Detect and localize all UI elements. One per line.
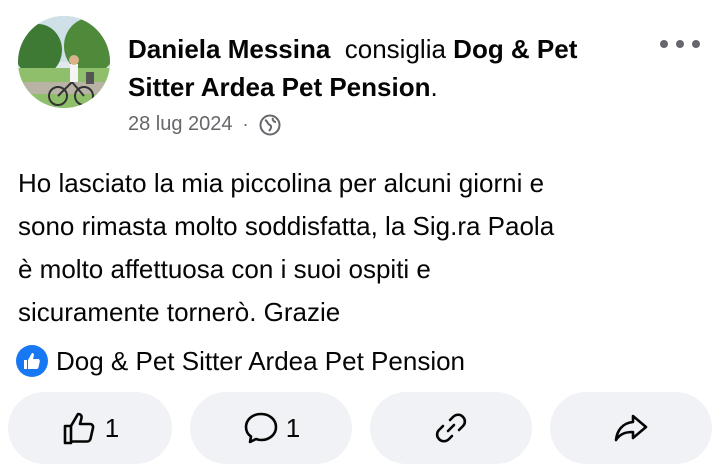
share-button[interactable] [550, 392, 712, 464]
headline-punctuation: . [430, 72, 438, 102]
post-body-text: Ho lasciato la mia piccolina per alcuni … [18, 168, 555, 327]
recommended-page-name: Dog & Pet Sitter Ardea Pet Pension [56, 345, 466, 376]
meta-separator: · [242, 114, 249, 134]
more-dot-icon [660, 40, 668, 48]
thumbs-up-icon [63, 412, 95, 445]
author-name[interactable]: Daniela Messina [128, 34, 330, 64]
copy-link-button[interactable] [370, 392, 532, 464]
comment-icon [244, 412, 278, 444]
post-header: Daniela Messina consiglia Dog & Pet Sitt… [128, 30, 648, 106]
more-dot-icon [692, 40, 700, 48]
thumbs-up-badge-icon [16, 345, 48, 377]
link-icon [435, 413, 467, 443]
comment-button[interactable]: 1 [190, 392, 352, 464]
post-meta: 28 lug 2024 · [128, 113, 281, 136]
more-options-button[interactable] [660, 32, 700, 56]
recommendation-row[interactable]: Dog & Pet Sitter Ardea Pet Pension [16, 345, 465, 377]
globe-icon [259, 114, 281, 136]
post-date[interactable]: 28 lug 2024 [128, 113, 233, 136]
share-arrow-icon [614, 414, 648, 442]
like-button[interactable]: 1 [8, 392, 172, 464]
post-headline: Daniela Messina consiglia Dog & Pet Sitt… [128, 30, 648, 106]
author-avatar[interactable] [18, 16, 110, 108]
comment-count: 1 [285, 412, 301, 443]
like-count: 1 [104, 412, 120, 443]
action-bar: 1 1 [8, 392, 712, 464]
more-dot-icon [676, 40, 684, 48]
recommend-verb: consiglia [344, 34, 446, 64]
